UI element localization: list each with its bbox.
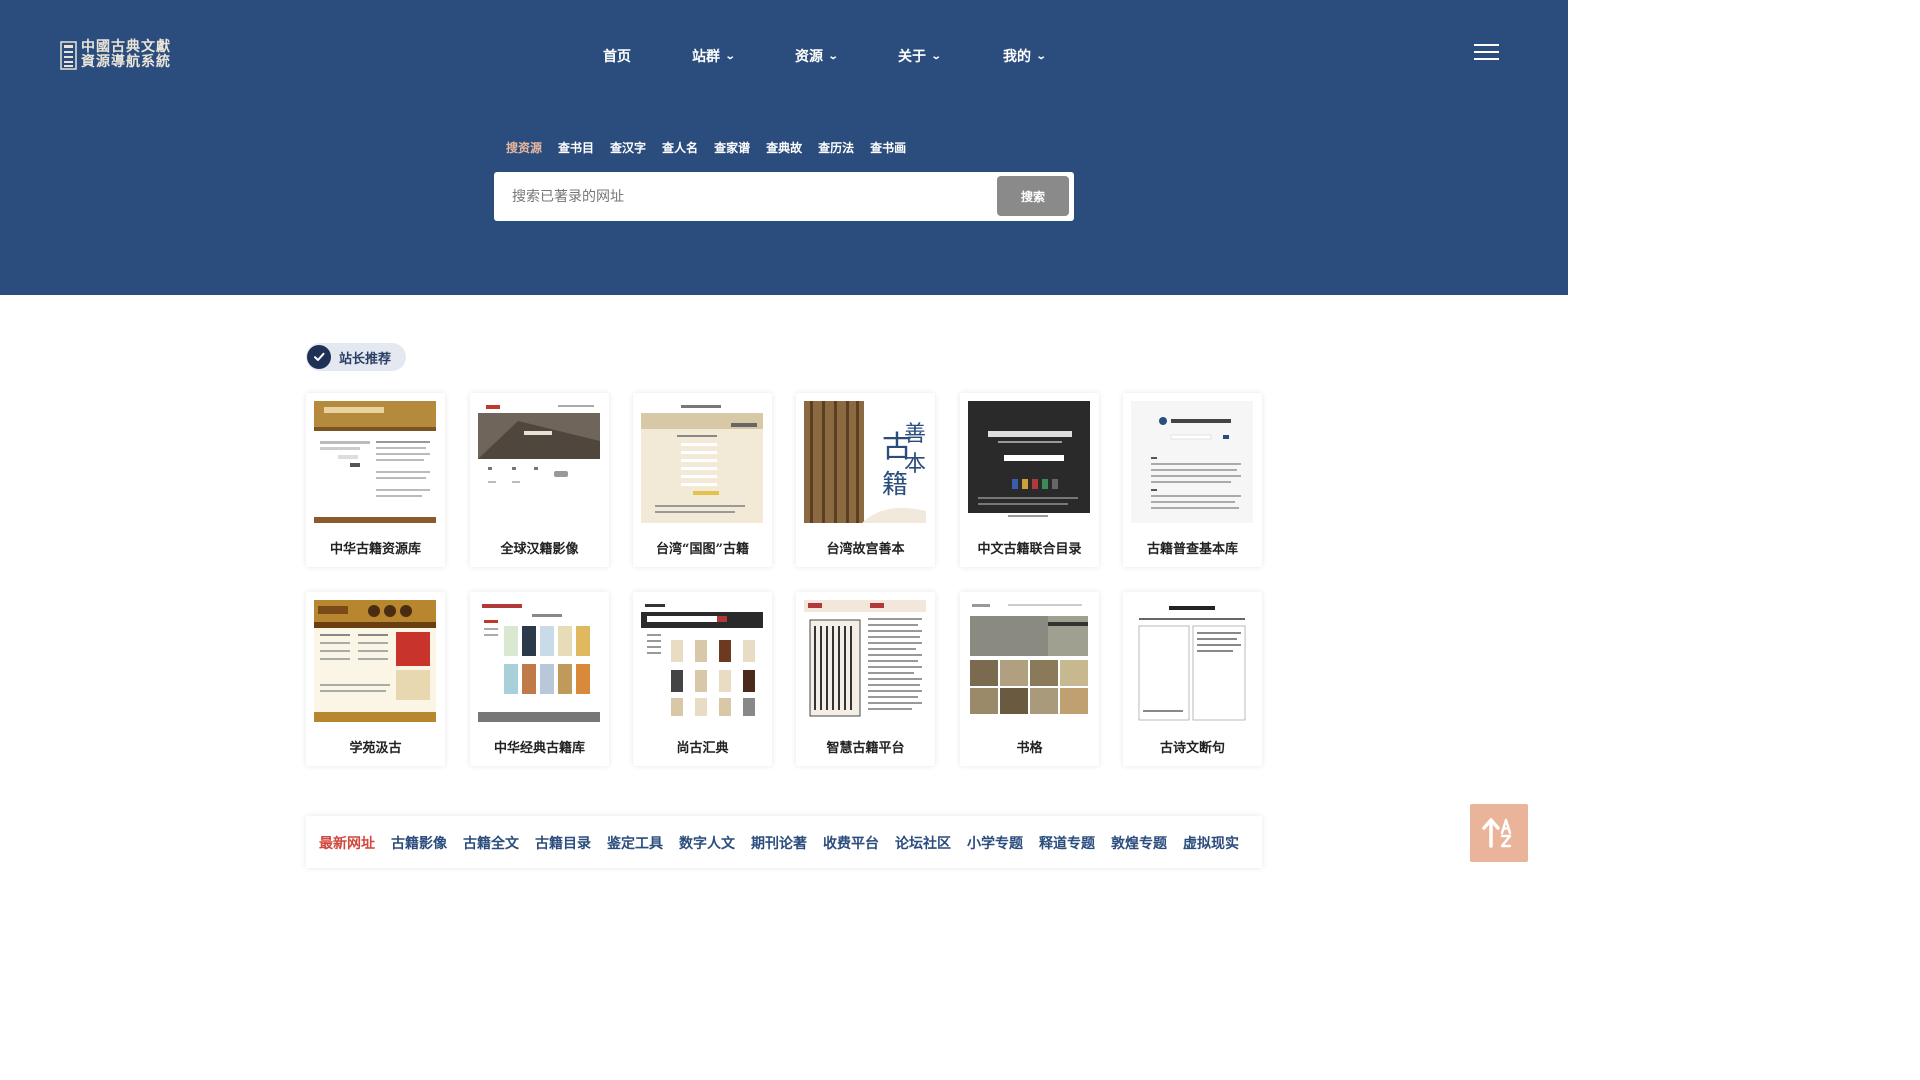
search-box [494, 172, 1074, 221]
site-thumbnail [1131, 401, 1253, 523]
site-card-xueyuan-jigu[interactable]: 学苑汲古 [306, 592, 445, 766]
category-tab-digital-humanities[interactable]: 数字人文 [679, 833, 735, 853]
site-card-gushiwen-duanju[interactable]: 古诗文断句 [1123, 592, 1262, 766]
site-card-label: 中华经典古籍库 [493, 741, 585, 756]
category-tab-virtual-reality[interactable]: 虚拟现实 [1183, 833, 1239, 853]
category-tab-fulltext[interactable]: 古籍全文 [463, 833, 519, 853]
hamburger-menu-icon[interactable] [1474, 44, 1499, 60]
site-card-label: 中文古籍联合目录 [977, 542, 1082, 557]
site-thumbnail [314, 600, 436, 722]
site-card-quanqiu-hanji[interactable]: 全球汉籍影像 [470, 393, 609, 567]
site-card-label: 台湾故宫善本 [826, 542, 905, 557]
recommend-badge-label: 站长推荐 [339, 351, 392, 367]
nav-label: 站群 [692, 49, 720, 65]
sort-a-z-icon[interactable] [1470, 804, 1528, 862]
search-tab-allusions[interactable]: 查典故 [766, 139, 802, 156]
check-circle-icon [307, 345, 331, 369]
site-thumbnail [1131, 600, 1253, 722]
search-tab-bibliography[interactable]: 查书目 [558, 139, 594, 156]
category-tabs: 最新网址 古籍影像 古籍全文 古籍目录 鉴定工具 数字人文 期刊论著 收费平台 … [319, 833, 1239, 853]
category-tab-latest[interactable]: 最新网址 [319, 833, 375, 853]
site-thumbnail [804, 600, 926, 722]
site-thumbnail [478, 401, 600, 523]
chevron-down-icon: ⌄ [930, 50, 942, 62]
site-card-taiwan-guotu[interactable]: 台湾“国图”古籍 [633, 393, 772, 567]
site-card-zhongwen-guji-lianhe[interactable]: 中文古籍联合目录 [960, 393, 1099, 567]
site-card-shanggu-huidian[interactable]: 尚古汇典 [633, 592, 772, 766]
chevron-down-icon: ⌄ [1035, 50, 1047, 62]
search-tab-resources[interactable]: 搜资源 [506, 139, 542, 156]
site-header: 中國古典文獻 資源導航系統 首页 站群 ⌄ 资源 ⌄ 关于 ⌄ 我的 ⌄ 搜资源 [0, 0, 1568, 295]
category-tab-paid[interactable]: 收费平台 [823, 833, 879, 853]
search-tab-calendar[interactable]: 查历法 [818, 139, 854, 156]
site-card-zhihui-guji[interactable]: 智慧古籍平台 [796, 592, 935, 766]
site-card-guji-pucha[interactable]: 古籍普查基本库 [1123, 393, 1262, 567]
site-thumbnail [478, 600, 600, 722]
category-tab-images[interactable]: 古籍影像 [391, 833, 447, 853]
category-tab-forums[interactable]: 论坛社区 [895, 833, 951, 853]
site-card-label: 学苑汲古 [349, 741, 402, 756]
nav-site-group[interactable]: 站群 ⌄ [692, 44, 736, 68]
site-thumbnail [968, 600, 1090, 722]
chevron-down-icon: ⌄ [724, 50, 736, 62]
search-button[interactable]: 搜索 [997, 176, 1069, 216]
category-tab-dunhuang[interactable]: 敦煌专题 [1111, 833, 1167, 853]
site-card-label: 中华古籍资源库 [329, 542, 421, 557]
nav-label: 我的 [1003, 49, 1031, 65]
nav-label: 资源 [795, 49, 823, 65]
category-bar: 最新网址 古籍影像 古籍全文 古籍目录 鉴定工具 数字人文 期刊论著 收费平台 … [306, 816, 1262, 868]
nav-about[interactable]: 关于 ⌄ [898, 44, 942, 68]
category-tab-catalog[interactable]: 古籍目录 [535, 833, 591, 853]
nav-label: 关于 [898, 49, 926, 65]
recommend-badge: 站长推荐 [306, 343, 406, 371]
site-card-shuge[interactable]: 书格 [960, 592, 1099, 766]
category-tab-journals[interactable]: 期刊论著 [751, 833, 807, 853]
site-thumbnail: 古 善 本 籍 [804, 401, 926, 523]
site-card-label: 古诗文断句 [1159, 741, 1225, 756]
nav-resources[interactable]: 资源 ⌄ [795, 44, 839, 68]
search-tab-characters[interactable]: 查汉字 [610, 139, 646, 156]
site-card-label: 书格 [1016, 741, 1043, 756]
chevron-down-icon: ⌄ [827, 50, 839, 62]
site-card-label: 尚古汇典 [676, 741, 729, 756]
nav-mine[interactable]: 我的 ⌄ [1003, 44, 1047, 68]
svg-text:善: 善 [904, 422, 926, 447]
search-input[interactable] [494, 172, 974, 221]
category-tab-buddhism-taoism[interactable]: 释道专题 [1039, 833, 1095, 853]
site-thumbnail [641, 600, 763, 722]
site-card-label: 全球汉籍影像 [500, 542, 579, 557]
main-nav: 首页 站群 ⌄ 资源 ⌄ 关于 ⌄ 我的 ⌄ [0, 44, 1568, 68]
search-tab-paintings[interactable]: 查书画 [870, 139, 906, 156]
search-tabs: 搜资源 查书目 查汉字 查人名 查家谱 查典故 查历法 查书画 [506, 139, 906, 156]
site-card-label: 智慧古籍平台 [826, 741, 905, 756]
site-card-label: 台湾“国图”古籍 [656, 542, 749, 557]
search-tab-names[interactable]: 查人名 [662, 139, 698, 156]
site-thumbnail [641, 401, 763, 523]
site-card-label: 古籍普查基本库 [1146, 542, 1238, 557]
search-tab-genealogy[interactable]: 查家谱 [714, 139, 750, 156]
site-card-zhonghua-jingdian[interactable]: 中华经典古籍库 [470, 592, 609, 766]
site-card-zhonghua-guji[interactable]: 中华古籍资源库 [306, 393, 445, 567]
svg-text:籍: 籍 [882, 470, 908, 500]
site-card-taiwan-gugong[interactable]: 古 善 本 籍 台湾故宫善本 [796, 393, 935, 567]
category-tab-philology[interactable]: 小学专题 [967, 833, 1023, 853]
site-thumbnail [314, 401, 436, 523]
nav-label: 首页 [603, 49, 631, 65]
site-thumbnail [968, 401, 1090, 523]
nav-home[interactable]: 首页 [603, 44, 631, 68]
category-tab-appraisal[interactable]: 鉴定工具 [607, 833, 663, 853]
